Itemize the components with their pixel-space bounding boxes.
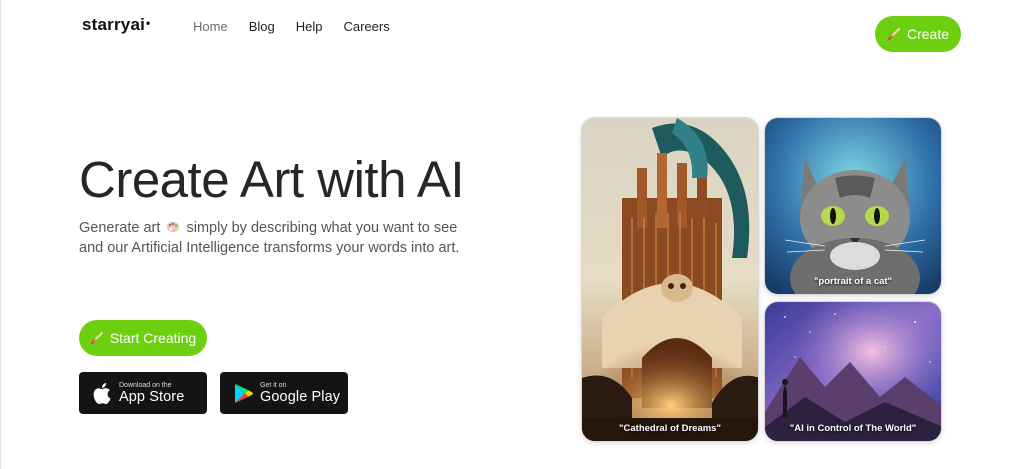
hero-subtitle-start: Generate art	[79, 220, 161, 236]
hero-subtitle: Generate art simply by describing what y…	[79, 218, 479, 258]
header-create-button[interactable]: Create	[875, 16, 961, 52]
ai-world-artwork	[765, 302, 941, 441]
google-play-icon	[232, 382, 254, 404]
paintbrush-icon	[887, 28, 901, 40]
cathedral-artwork	[582, 118, 758, 441]
nav-home-link[interactable]: Home	[193, 19, 228, 34]
app-store-text: Download on the App Store	[119, 382, 184, 405]
nav-blog-link[interactable]: Blog	[249, 19, 275, 34]
paintbrush-icon	[90, 332, 104, 344]
gallery-caption-cathedral: "Cathedral of Dreams"	[619, 423, 721, 434]
gallery-card-cathedral[interactable]: "Cathedral of Dreams"	[581, 117, 759, 442]
google-play-button[interactable]: Get it on Google Play	[220, 372, 348, 414]
gallery-caption-cat: "portrait of a cat"	[813, 276, 893, 287]
main-nav: Home Blog Help Careers	[193, 19, 390, 34]
art-palette-icon	[166, 219, 180, 233]
gallery-card-world[interactable]: "AI in Control of The World"	[764, 301, 942, 442]
nav-help-link[interactable]: Help	[296, 19, 323, 34]
app-store-big-text: App Store	[119, 388, 185, 405]
logo[interactable]: starryai•	[82, 15, 150, 35]
start-creating-button[interactable]: Start Creating	[79, 320, 207, 356]
logo-text: starryai	[82, 15, 146, 34]
google-play-big-text: Google Play	[260, 388, 341, 405]
gallery-caption-world: "AI in Control of The World"	[789, 423, 917, 434]
app-store-button[interactable]: Download on the App Store	[79, 372, 207, 414]
hero-title: Create Art with AI	[79, 151, 465, 208]
cat-portrait-artwork	[765, 118, 941, 294]
header-create-label: Create	[906, 26, 950, 42]
nav-careers-link[interactable]: Careers	[343, 19, 389, 34]
apple-icon	[91, 382, 113, 404]
logo-mark: •	[146, 16, 151, 30]
start-creating-label: Start Creating	[109, 330, 197, 346]
landing-page: starryai• Home Blog Help Careers Create …	[0, 0, 1024, 469]
google-play-text: Get it on Google Play	[260, 382, 340, 405]
gallery-card-cat[interactable]: "portrait of a cat"	[764, 117, 942, 295]
